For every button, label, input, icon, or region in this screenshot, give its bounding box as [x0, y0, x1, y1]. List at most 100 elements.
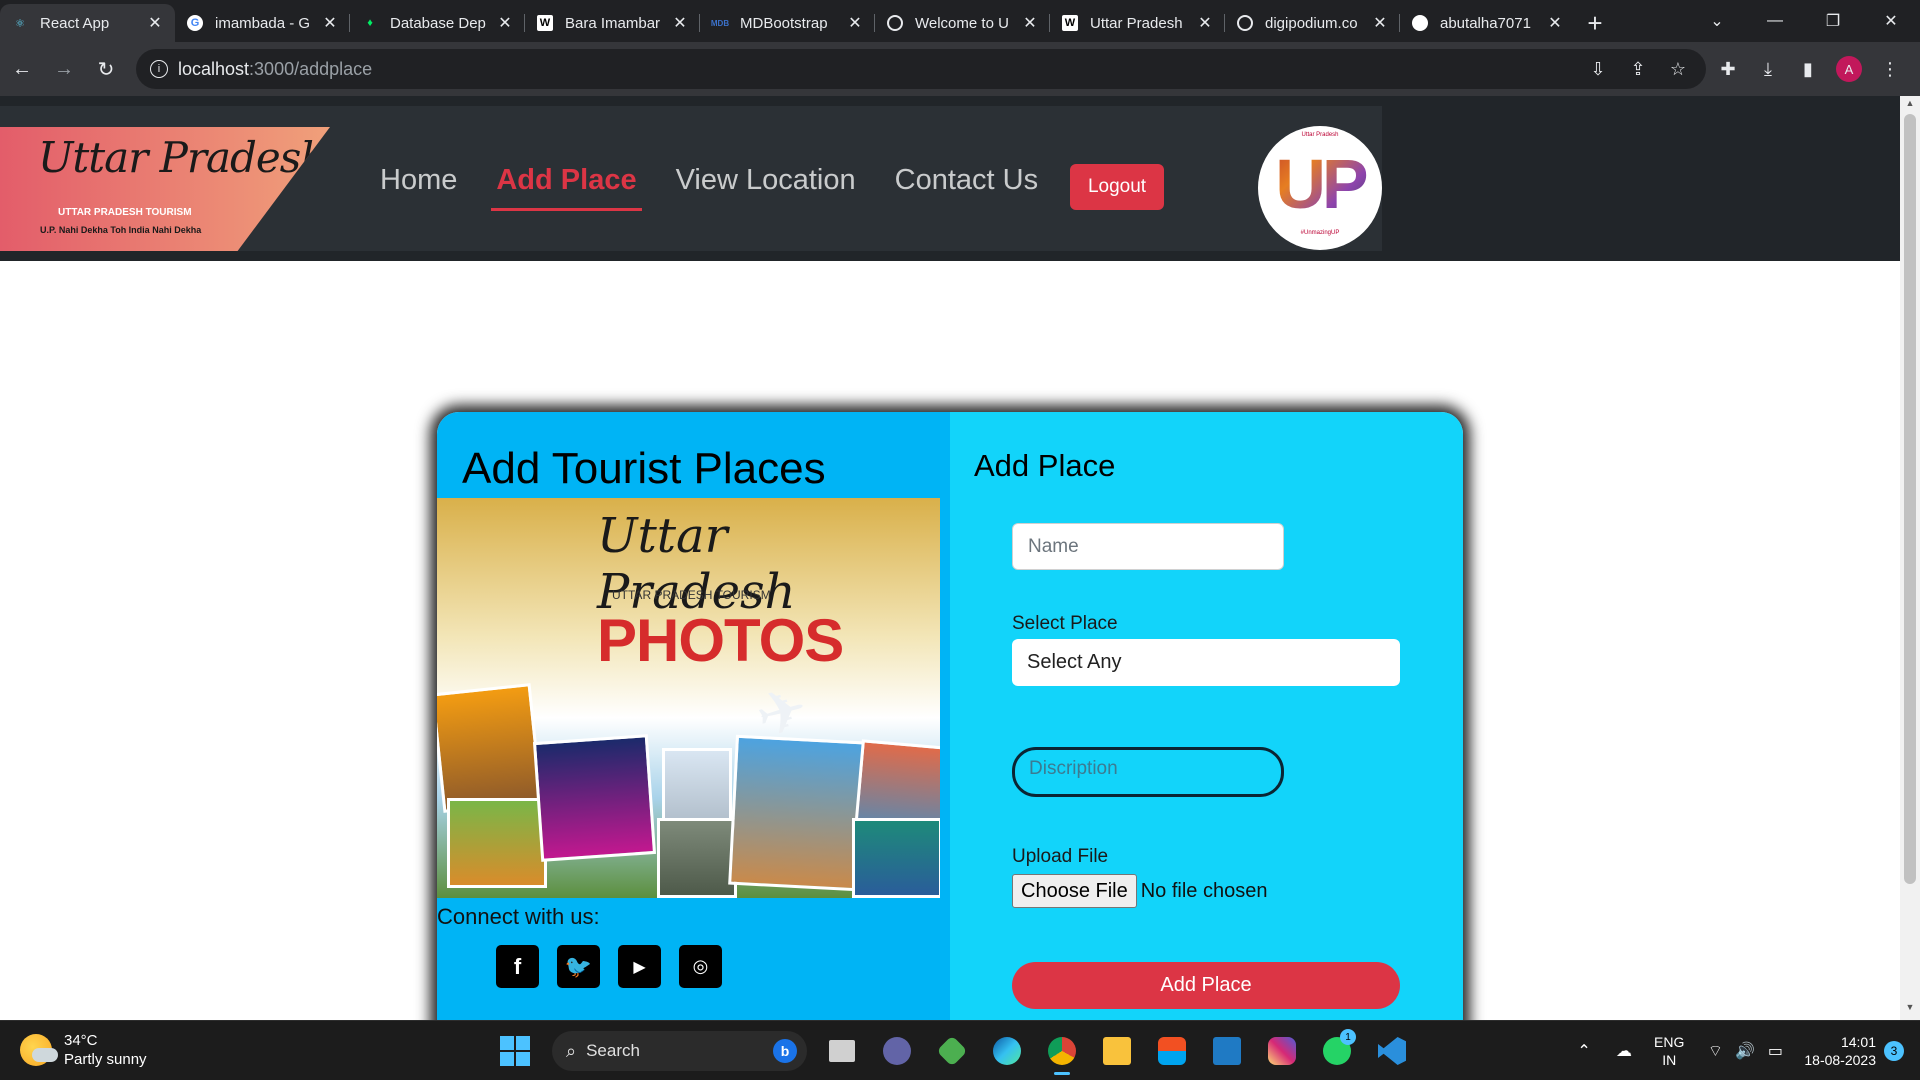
notification-badge[interactable]: 3	[1884, 1041, 1904, 1061]
tab-react-app[interactable]: ⚛ React App ✕	[0, 4, 175, 42]
tab-title: Bara Imambar	[565, 14, 661, 32]
photo-script-text: Uttar Pradesh	[597, 508, 796, 620]
mysql-workbench-icon[interactable]	[1204, 1029, 1250, 1073]
clock-time: 14:01	[1840, 1034, 1876, 1050]
tab-title: imambada - G	[215, 14, 311, 32]
choose-file-button[interactable]: Choose File	[1012, 874, 1137, 908]
close-icon[interactable]: ✕	[1022, 13, 1038, 33]
windows-taskbar: 34°C Partly sunny ⌕ Search b 1 ⌃ ☁ ENG I…	[0, 1020, 1920, 1080]
onedrive-icon[interactable]: ☁	[1604, 1041, 1644, 1061]
info-icon[interactable]: i	[150, 60, 168, 78]
close-icon[interactable]: ✕	[1372, 13, 1388, 33]
install-app-icon[interactable]: ⇩	[1578, 59, 1618, 80]
menu-kebab-icon[interactable]: ⋮	[1870, 59, 1910, 80]
clock-date: 18-08-2023	[1804, 1052, 1876, 1068]
profile-avatar[interactable]: A	[1836, 56, 1862, 82]
weather-desc: Partly sunny	[64, 1051, 147, 1068]
page-title: Add Tourist Places	[462, 444, 826, 493]
twitter-icon[interactable]: 🐦	[557, 945, 600, 988]
scrollbar-thumb[interactable]	[1904, 114, 1916, 884]
name-input[interactable]	[1012, 523, 1284, 570]
close-icon[interactable]: ✕	[1197, 13, 1213, 33]
youtube-icon[interactable]: ▶	[618, 945, 661, 988]
logout-button[interactable]: Logout	[1070, 164, 1164, 210]
chrome-icon[interactable]	[1039, 1029, 1085, 1075]
upload-file-label: Upload File	[1012, 846, 1109, 867]
globe-icon	[1237, 15, 1253, 31]
lang-top: ENG	[1654, 1034, 1685, 1050]
task-view-icon[interactable]	[819, 1029, 865, 1073]
close-icon[interactable]: ✕	[672, 13, 688, 33]
extensions-icon[interactable]: ✚	[1708, 59, 1748, 80]
form-title: Add Place	[974, 448, 1116, 483]
mongodb-icon: ♦	[367, 17, 373, 29]
instagram-icon[interactable]: ◎	[679, 945, 722, 988]
tab-mdbootstrap[interactable]: MDB MDBootstrap ✕	[700, 4, 875, 42]
windows-start-icon[interactable]	[500, 1036, 530, 1066]
microsoft-store-icon[interactable]	[1149, 1029, 1195, 1073]
photo-tile-rumi-darwaza	[728, 734, 866, 892]
nav-home[interactable]: Home	[370, 154, 467, 207]
place-select[interactable]: Select Any	[1012, 639, 1400, 686]
nav-contact-us[interactable]: Contact Us	[885, 154, 1048, 207]
reload-icon[interactable]: ↻	[86, 49, 126, 89]
weather-temp: 34°C	[64, 1032, 98, 1049]
site-header: Uttar Pradesh UTTAR PRADESH TOURISM U.P.…	[0, 96, 1900, 261]
restore-icon[interactable]: ❐	[1804, 0, 1862, 42]
scroll-down-icon[interactable]: ▼	[1900, 1002, 1920, 1018]
instagram-app-icon[interactable]	[1259, 1029, 1305, 1073]
battery-icon[interactable]: ▭	[1760, 1041, 1790, 1061]
weather-widget[interactable]: 34°C Partly sunny	[20, 1031, 147, 1069]
language-indicator[interactable]: ENG IN	[1654, 1033, 1684, 1069]
whatsapp-icon[interactable]: 1	[1314, 1029, 1360, 1073]
close-icon[interactable]: ✕	[147, 13, 163, 33]
volume-icon[interactable]: 🔊	[1730, 1041, 1760, 1061]
new-tab-button[interactable]: +	[1575, 4, 1615, 42]
file-explorer-icon[interactable]	[1094, 1029, 1140, 1073]
url-input[interactable]: i localhost:3000/addplace	[136, 49, 1706, 89]
add-place-submit-button[interactable]: Add Place	[1012, 962, 1400, 1009]
tab-uttar-pradesh[interactable]: W Uttar Pradesh ✕	[1050, 4, 1225, 42]
tab-search-icon[interactable]: ⌄	[1688, 0, 1746, 42]
close-icon[interactable]: ✕	[1547, 13, 1563, 33]
card-left-panel: Add Tourist Places Uttar Pradesh UTTAR P…	[437, 412, 950, 1020]
bookmark-star-icon[interactable]: ☆	[1658, 59, 1698, 80]
minimize-icon[interactable]: —	[1746, 0, 1804, 42]
downloads-icon[interactable]: ⤓	[1748, 59, 1788, 80]
site-logo[interactable]: Uttar Pradesh UTTAR PRADESH TOURISM U.P.…	[0, 127, 330, 251]
add-place-form: Add Place Select Place Select Any Discri…	[950, 412, 1463, 1020]
nav-view-location[interactable]: View Location	[666, 154, 866, 207]
scroll-up-icon[interactable]: ▲	[1900, 98, 1920, 114]
tab-github[interactable]: abutalha7071 ✕	[1400, 4, 1575, 42]
minecraft-icon[interactable]	[929, 1029, 975, 1073]
clock[interactable]: 14:01 18-08-2023	[1804, 1033, 1876, 1069]
edge-icon[interactable]	[984, 1029, 1030, 1073]
wifi-icon[interactable]: ⌔	[1700, 1041, 1730, 1061]
back-icon[interactable]: ←	[2, 49, 42, 89]
tab-digipodium[interactable]: digipodium.co ✕	[1225, 4, 1400, 42]
close-icon[interactable]: ✕	[847, 13, 863, 33]
page-scrollbar[interactable]: ▲ ▼	[1900, 96, 1920, 1020]
chevron-up-icon[interactable]: ⌃	[1564, 1041, 1604, 1061]
bing-icon[interactable]: b	[773, 1039, 797, 1063]
taskbar-search[interactable]: ⌕ Search b	[552, 1031, 807, 1071]
tab-imambada[interactable]: G imambada - G ✕	[175, 4, 350, 42]
description-textarea[interactable]: Discription	[1012, 747, 1284, 797]
close-icon[interactable]: ✕	[497, 13, 513, 33]
search-icon: ⌕	[566, 1040, 577, 1061]
tab-welcome[interactable]: Welcome to U ✕	[875, 4, 1050, 42]
facebook-icon[interactable]: f	[496, 945, 539, 988]
tab-database[interactable]: ♦ Database Dep ✕	[350, 4, 525, 42]
tab-bara-imambara[interactable]: W Bara Imambar ✕	[525, 4, 700, 42]
vscode-icon[interactable]	[1369, 1029, 1415, 1073]
teams-chat-icon[interactable]	[874, 1029, 920, 1073]
select-place-label: Select Place	[1012, 613, 1118, 634]
close-icon[interactable]: ✕	[322, 13, 338, 33]
add-place-card: Add Tourist Places Uttar Pradesh UTTAR P…	[437, 412, 1463, 1020]
navbar: Uttar Pradesh UTTAR PRADESH TOURISM U.P.…	[0, 106, 1382, 251]
nav-add-place[interactable]: Add Place	[486, 154, 646, 211]
forward-icon[interactable]: →	[44, 49, 84, 89]
side-panel-icon[interactable]: ▮	[1788, 59, 1828, 80]
share-icon[interactable]: ⇪	[1618, 59, 1658, 80]
close-window-icon[interactable]: ✕	[1862, 0, 1920, 42]
